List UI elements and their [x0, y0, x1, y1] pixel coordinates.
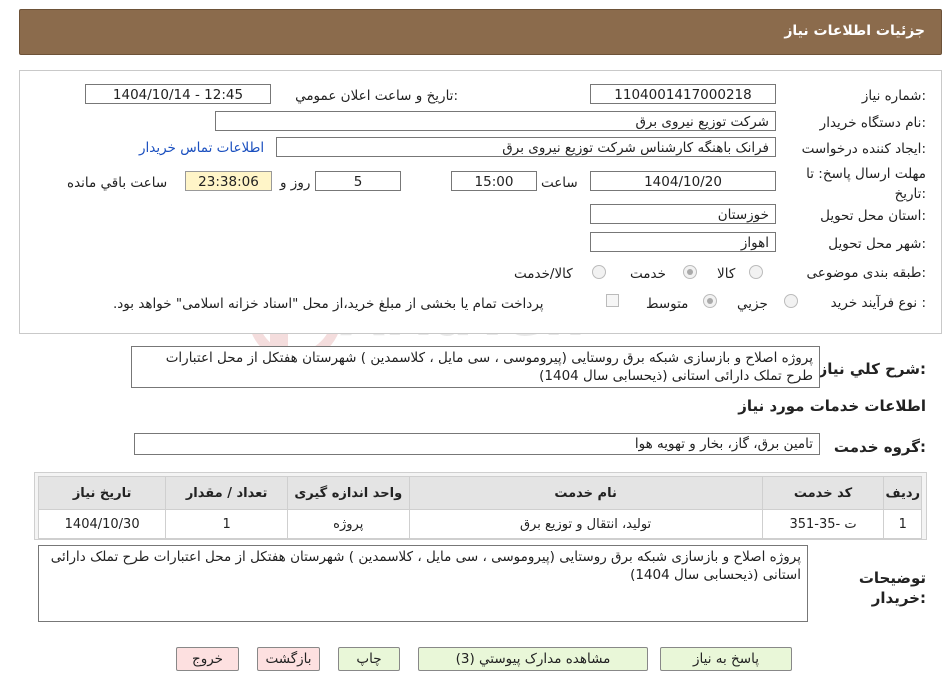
- requester-label: ايجاد کننده درخواست:: [801, 141, 926, 157]
- service-group-label: گروه خدمت:: [833, 438, 926, 456]
- process-label: نوع فرآیند خرید :: [830, 295, 926, 311]
- summary-label: شرح کلي نياز:: [818, 360, 926, 378]
- buyer-contact-link[interactable]: اطلاعات تماس خريدار: [139, 140, 264, 156]
- buyer-notes-label: توضيحات خريدار:: [858, 569, 926, 607]
- cell-service-name: تولید، انتقال و توزیع برق: [408, 509, 763, 539]
- treasury-checkbox[interactable]: [606, 294, 619, 307]
- col-row: رديف: [883, 476, 922, 510]
- buyer-notes-textarea[interactable]: پروژه اصلاح و بازسازی شبکه برق روستایی (…: [38, 545, 808, 622]
- view-attachments-button[interactable]: مشاهده مدارک پيوستي (3): [418, 647, 648, 671]
- city-label: شهر محل تحویل:: [828, 236, 926, 252]
- cell-row: 1: [883, 509, 922, 539]
- process-radio-medium[interactable]: [703, 294, 717, 308]
- col-need-date: تاريخ نياز: [37, 476, 167, 510]
- print-button[interactable]: چاپ: [338, 647, 400, 671]
- reply-button[interactable]: پاسخ به نياز: [660, 647, 792, 671]
- services-table: رديف کد خدمت نام خدمت واحد اندازه گيری ت…: [37, 476, 922, 539]
- col-service-name: نام خدمت: [408, 476, 763, 510]
- process-option-minor: جزیي: [737, 296, 768, 312]
- cell-unit: پروژه: [286, 509, 410, 539]
- back-button[interactable]: بازگشت: [257, 647, 320, 671]
- need-number-label: شماره نیاز:: [861, 88, 926, 104]
- province-label: استان محل تحویل:: [820, 208, 926, 224]
- page-title: جزئیات اطلاعات نیاز: [784, 23, 925, 39]
- service-group-field: تامین برق، گاز، بخار و تهویه هوا: [134, 433, 820, 455]
- deadline-time-field: 15:00: [451, 171, 537, 191]
- days-label: روز و: [280, 175, 311, 191]
- requester-field: فرانک باهنگه کارشناس شرکت توزیع نیروی بر…: [276, 137, 776, 157]
- buyer-org-label: نام دستگاه خريدار:: [819, 115, 926, 131]
- services-section-title: اطلاعات خدمات مورد نياز: [738, 397, 926, 415]
- announce-date-label: تاریخ و ساعت اعلان عمومي:: [295, 88, 458, 104]
- deadline-date-field: 1404/10/20: [590, 171, 776, 191]
- cell-quantity: 1: [165, 509, 288, 539]
- cell-service-code: ت -35-351: [761, 509, 885, 539]
- page-header: جزئیات اطلاعات نیاز: [19, 9, 942, 55]
- col-service-code: کد خدمت: [761, 476, 885, 510]
- category-radio-goods-service[interactable]: [592, 265, 606, 279]
- category-radio-service[interactable]: [683, 265, 697, 279]
- announce-date-field: 1404/10/14 - 12:45: [85, 84, 271, 104]
- remaining-time-label: ساعت باقي مانده: [67, 175, 168, 191]
- category-label: طبقه بندی موضوعی:: [806, 265, 926, 281]
- days-field: 5: [315, 171, 401, 191]
- buyer-org-field: شرکت توزیع نیروی برق: [215, 111, 776, 131]
- city-field: اهواز: [590, 232, 776, 252]
- col-quantity: تعداد / مقدار: [165, 476, 288, 510]
- process-radio-minor[interactable]: [784, 294, 798, 308]
- province-field: خوزستان: [590, 204, 776, 224]
- category-option-goods-service: کالا/خدمت: [514, 266, 573, 282]
- summary-textarea[interactable]: پروژه اصلاح و بازسازی شبکه برق روستایی (…: [131, 346, 820, 388]
- exit-button[interactable]: خروج: [176, 647, 239, 671]
- category-option-goods: کالا: [717, 266, 736, 282]
- category-radio-goods[interactable]: [749, 265, 763, 279]
- deadline-time-label: ساعت: [541, 175, 578, 191]
- col-unit: واحد اندازه گيری: [286, 476, 410, 510]
- need-number-field: 1104001417000218: [590, 84, 776, 104]
- process-option-medium: متوسط: [646, 296, 689, 312]
- category-option-service: خدمت: [630, 266, 666, 282]
- payment-note: پرداخت تمام یا بخشی از مبلغ خرید،از محل …: [113, 296, 544, 312]
- cell-need-date: 1404/10/30: [37, 509, 167, 539]
- remaining-time-field: 23:38:06: [185, 171, 272, 191]
- deadline-label: مهلت ارسال پاسخ: تا تاریخ:: [806, 166, 926, 202]
- table-row: 1 ت -35-351 تولید، انتقال و توزیع برق پر…: [37, 509, 922, 539]
